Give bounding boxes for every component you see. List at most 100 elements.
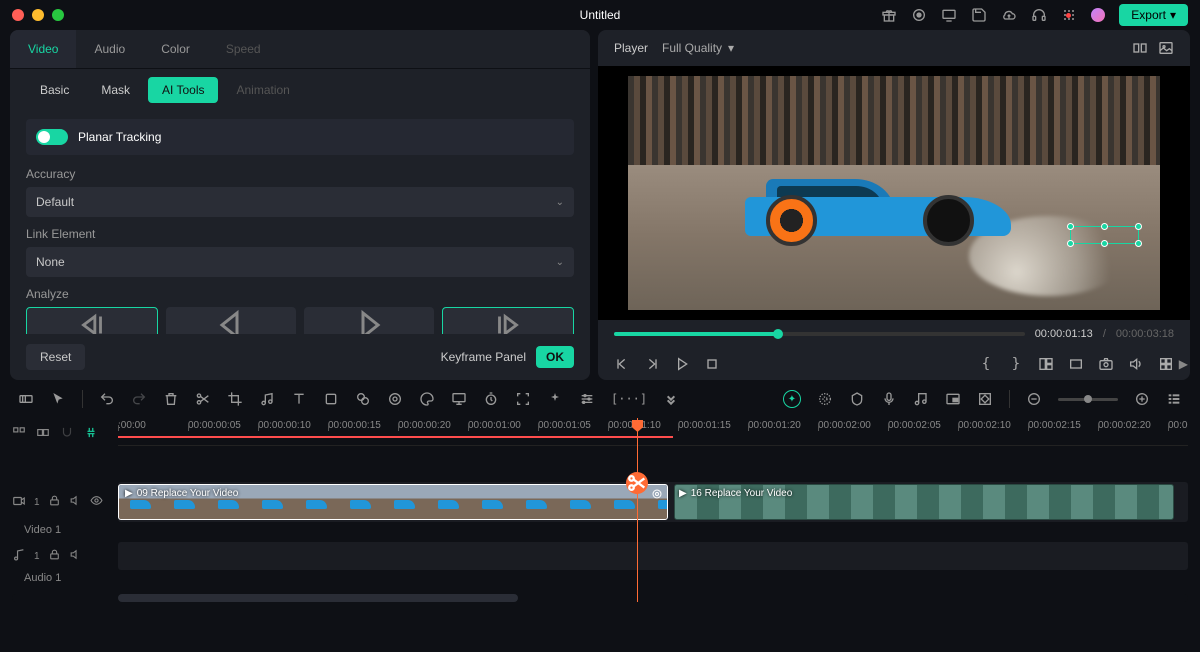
snapshot-icon[interactable]	[1098, 356, 1114, 372]
tab-speed[interactable]: Speed	[208, 30, 279, 68]
timeline-scrollbar[interactable]	[12, 594, 1188, 602]
time-ruler[interactable]: :00:0000:00:00:0500:00:00:1000:00:00:150…	[118, 418, 1188, 446]
link-element-select[interactable]: None ⌄	[26, 247, 574, 277]
audio-mixer-icon[interactable]	[913, 391, 929, 407]
undo-button[interactable]	[99, 391, 115, 407]
lock-icon[interactable]	[48, 548, 61, 564]
reset-button[interactable]: Reset	[26, 344, 85, 370]
compare-view-icon[interactable]	[1132, 40, 1148, 56]
zoom-out-button[interactable]	[1026, 391, 1042, 407]
maximize-window-button[interactable]	[52, 9, 64, 21]
analyze-track-forward-button[interactable]	[304, 307, 434, 334]
prev-frame-button[interactable]	[614, 356, 630, 372]
gear-icon[interactable]	[817, 391, 833, 407]
export-button[interactable]: Export▾	[1119, 4, 1188, 26]
mark-out-button[interactable]: }	[1008, 356, 1024, 372]
save-icon[interactable]	[971, 7, 987, 23]
color-palette-icon[interactable]	[419, 391, 435, 407]
planar-tracking-toggle[interactable]	[36, 129, 68, 145]
scrollbar-thumb[interactable]	[118, 594, 518, 602]
analyze-track-forward-one-button[interactable]	[442, 307, 574, 334]
monitor-icon[interactable]	[451, 391, 467, 407]
list-view-icon[interactable]	[1166, 391, 1182, 407]
music-icon[interactable]	[259, 391, 275, 407]
marker-icon[interactable]	[849, 391, 865, 407]
mark-in-button[interactable]: {	[978, 356, 994, 372]
more-tools-button[interactable]	[663, 391, 679, 407]
next-frame-button[interactable]	[644, 356, 660, 372]
audio-track-lane[interactable]	[118, 542, 1188, 570]
apps-icon[interactable]	[1061, 7, 1077, 23]
focus-icon[interactable]	[515, 391, 531, 407]
mute-icon[interactable]	[69, 494, 82, 510]
delete-button[interactable]	[163, 391, 179, 407]
close-window-button[interactable]	[12, 9, 24, 21]
subtab-mask[interactable]: Mask	[87, 77, 144, 103]
redo-button[interactable]	[131, 391, 147, 407]
track-link-icon[interactable]	[36, 424, 50, 441]
minimize-window-button[interactable]	[32, 9, 44, 21]
quality-select[interactable]: Full Quality ▾	[662, 41, 734, 55]
tab-video[interactable]: Video	[10, 30, 76, 68]
cloud-upload-icon[interactable]	[1001, 7, 1017, 23]
subtab-basic[interactable]: Basic	[26, 77, 83, 103]
sliders-icon[interactable]	[579, 391, 595, 407]
tab-color[interactable]: Color	[143, 30, 208, 68]
sparkle-icon[interactable]	[547, 391, 563, 407]
video-track-lane[interactable]: ▶09 Replace Your Video ▶16 Replace Your …	[118, 482, 1188, 522]
analyze-track-back-one-button[interactable]	[26, 307, 158, 334]
keyframe-icon[interactable]	[977, 391, 993, 407]
record-icon[interactable]	[911, 7, 927, 23]
bracket-icon[interactable]: [···]	[611, 391, 647, 407]
mute-icon[interactable]	[69, 548, 82, 564]
current-timecode: 00:00:01:13	[1035, 328, 1093, 340]
text-icon[interactable]	[291, 391, 307, 407]
analyze-track-backward-button[interactable]	[166, 307, 296, 334]
ok-button[interactable]: OK	[536, 346, 574, 368]
headphones-icon[interactable]	[1031, 7, 1047, 23]
video-preview[interactable]	[598, 66, 1190, 320]
selection-tool-icon[interactable]	[50, 391, 66, 407]
lock-icon[interactable]	[48, 494, 61, 510]
playhead[interactable]	[637, 418, 638, 602]
tracking-box[interactable]	[1070, 226, 1139, 245]
accuracy-select[interactable]: Default ⌄	[26, 187, 574, 217]
crop-tool-icon[interactable]	[227, 391, 243, 407]
keyframe-panel-label[interactable]: Keyframe Panel	[441, 350, 526, 364]
subtab-ai-tools[interactable]: AI Tools	[148, 77, 218, 103]
cut-indicator-icon[interactable]	[626, 472, 648, 494]
magnet-icon[interactable]	[60, 424, 74, 441]
volume-icon[interactable]	[1128, 356, 1144, 372]
pip-icon[interactable]	[945, 391, 961, 407]
crop-icon[interactable]	[1068, 356, 1084, 372]
shape-icon[interactable]	[323, 391, 339, 407]
stop-button[interactable]	[704, 356, 720, 372]
video-clip-1[interactable]: ▶09 Replace Your Video	[118, 484, 668, 520]
zoom-slider[interactable]	[1058, 398, 1118, 401]
image-icon[interactable]	[1158, 40, 1174, 56]
visibility-icon[interactable]	[90, 494, 103, 510]
titlebar: Untitled Export▾	[0, 0, 1200, 30]
play-button[interactable]	[674, 356, 690, 372]
split-button[interactable]	[195, 391, 211, 407]
subtab-animation[interactable]: Animation	[222, 77, 303, 103]
timer-icon[interactable]	[483, 391, 499, 407]
track-organize-icon[interactable]	[12, 424, 26, 441]
effects-icon[interactable]	[355, 391, 371, 407]
gift-icon[interactable]	[881, 7, 897, 23]
zoom-in-button[interactable]	[1134, 391, 1150, 407]
fullscreen-button[interactable]: ▶	[1179, 357, 1188, 371]
profile-avatar[interactable]	[1091, 8, 1105, 22]
ai-assistant-icon[interactable]: ✦	[783, 390, 801, 408]
analyze-label: Analyze	[26, 287, 574, 301]
clip-tool-icon[interactable]	[18, 391, 34, 407]
mic-icon[interactable]	[881, 391, 897, 407]
link-tracks-icon[interactable]	[84, 424, 98, 441]
scrub-bar[interactable]	[614, 332, 1025, 336]
tab-audio[interactable]: Audio	[76, 30, 143, 68]
layout-icon[interactable]	[1038, 356, 1054, 372]
settings-icon[interactable]	[1158, 356, 1174, 372]
video-clip-2[interactable]: ▶16 Replace Your Video	[674, 484, 1174, 520]
display-icon[interactable]	[941, 7, 957, 23]
target-icon[interactable]	[387, 391, 403, 407]
